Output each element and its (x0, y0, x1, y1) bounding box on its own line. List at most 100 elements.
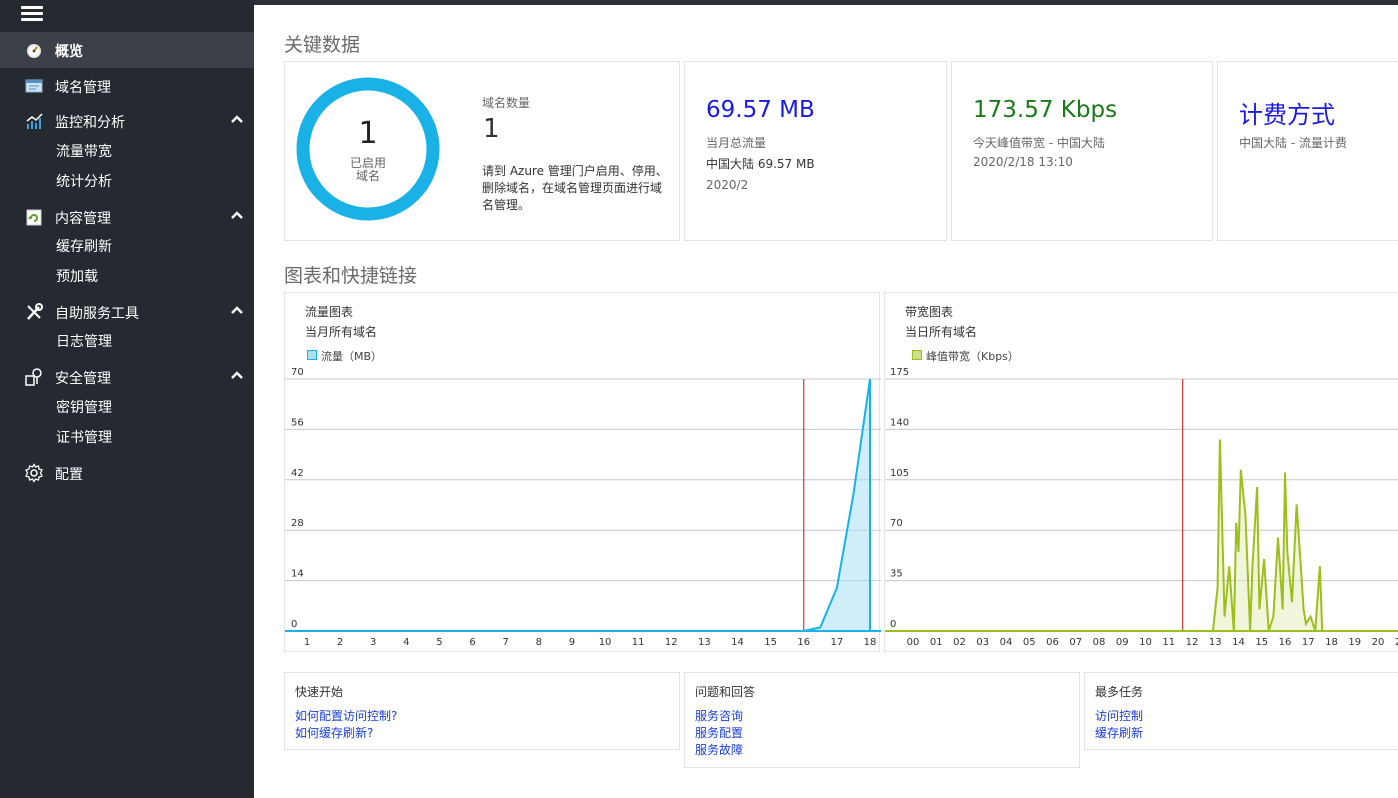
y-tick-label: 0 (890, 619, 896, 630)
chevron-up-icon[interactable] (230, 370, 244, 380)
chevron-up-icon[interactable] (230, 305, 244, 315)
x-tick-label: 20 (1372, 637, 1385, 648)
sidebar-subitem-preload[interactable]: 预加载 (56, 266, 98, 286)
legend-swatch (912, 350, 922, 360)
sidebar-subitem-keys[interactable]: 密钥管理 (56, 397, 112, 417)
bandwidth-label: 今天峰值带宽 - 中国大陆 (973, 136, 1105, 150)
key-data-title: 关键数据 (284, 34, 361, 56)
quick-start-card: 快速开始 如何配置访问控制? 如何缓存刷新? (284, 672, 680, 750)
more-tasks-card: 最多任务 访问控制 缓存刷新 (1084, 672, 1398, 750)
legend-label: 流量（MB） (321, 350, 383, 363)
series-line (913, 439, 1398, 632)
tools-icon (27, 303, 43, 320)
x-tick-label: 09 (1116, 637, 1129, 648)
x-tick-label: 16 (797, 637, 810, 648)
bandwidth-chart-card: 带宽图表 当日所有域名 峰值带宽（Kbps） 175 140 105 70 35 0 00 0… (884, 292, 1398, 652)
x-tick-label: 10 (1139, 637, 1152, 648)
sidebar-item-domains[interactable]: 域名管理 (0, 68, 254, 104)
y-tick-label: 35 (890, 569, 903, 580)
x-tick-label: 9 (569, 637, 575, 648)
sidebar-subitem-cache-refresh[interactable]: 缓存刷新 (56, 236, 112, 256)
sidebar-item-config[interactable]: 配置 (0, 455, 254, 491)
traffic-detail: 中国大陆 69.57 MB (706, 157, 815, 171)
x-tick-label: 13 (1209, 637, 1222, 648)
domain-desc-line3: 名管理。 (482, 198, 531, 212)
traffic-date: 2020/2 (706, 178, 749, 192)
traffic-label: 当月总流量 (706, 136, 767, 150)
y-tick-label: 175 (890, 367, 909, 378)
link-access-control-howto[interactable]: 如何配置访问控制? (295, 707, 397, 724)
billing-title: 计费方式 (1239, 101, 1335, 129)
sidebar-item-content[interactable]: 内容管理 (0, 199, 254, 235)
billing-card: 计费方式 中国大陆 - 流量计费 (1217, 61, 1398, 241)
x-tick-label: 18 (1325, 637, 1338, 648)
legend-swatch (307, 350, 317, 360)
domain-count-value: 1 (483, 114, 500, 144)
y-tick-label: 28 (291, 518, 304, 529)
faq-title: 问题和回答 (695, 685, 756, 699)
x-tick-label: 12 (665, 637, 678, 648)
x-tick-label: 2 (337, 637, 343, 648)
sidebar-item-monitoring[interactable]: 监控和分析 (0, 103, 254, 139)
series-line (307, 378, 871, 632)
x-tick-label: 17 (1302, 637, 1315, 648)
x-tick-label: 14 (731, 637, 744, 648)
y-tick-label: 14 (291, 569, 304, 580)
sidebar-item-tools[interactable]: 自助服务工具 (0, 294, 254, 330)
link-cache-refresh[interactable]: 缓存刷新 (1095, 724, 1143, 741)
sidebar-subitem-traffic[interactable]: 流量带宽 (56, 141, 112, 161)
chevron-up-icon[interactable] (230, 114, 244, 124)
x-tick-label: 07 (1069, 637, 1082, 648)
faq-card: 问题和回答 服务咨询 服务配置 服务故障 (684, 672, 1080, 768)
chart-icon (26, 113, 43, 129)
sidebar-item-overview[interactable]: 概览 (0, 32, 254, 68)
quick-start-title: 快速开始 (295, 685, 344, 699)
x-tick-label: 19 (1348, 637, 1361, 648)
x-tick-label: 7 (503, 637, 509, 648)
main-content: 关键数据 1 已启用 域名 域名数量 1 请到 Azure 管理门户启用、停用、… (254, 5, 1398, 798)
more-tasks-title: 最多任务 (1095, 685, 1144, 699)
traffic-card: 69.57 MB 当月总流量 中国大陆 69.57 MB 2020/2 (684, 61, 947, 241)
traffic-chart-card: 流量图表 当月所有域名 流量（MB） 70 56 42 28 14 0 1 2 3 4 5 6 7 8 9 1… (284, 292, 881, 652)
sidebar-subitem-certificates[interactable]: 证书管理 (56, 427, 112, 447)
chevron-up-icon[interactable] (230, 210, 244, 220)
dashboard-icon (27, 44, 41, 58)
x-tick-label: 11 (1162, 637, 1175, 648)
chart-subtitle: 当月所有域名 (305, 325, 378, 339)
link-service-config[interactable]: 服务配置 (695, 724, 743, 741)
x-tick-label: 08 (1093, 637, 1106, 648)
link-access-control[interactable]: 访问控制 (1095, 707, 1143, 724)
link-service-consult[interactable]: 服务咨询 (695, 707, 743, 724)
sidebar-item-security[interactable]: 安全管理 (0, 359, 254, 395)
chart-title: 流量图表 (305, 305, 354, 319)
series-area (913, 439, 1398, 631)
x-tick-label: 06 (1046, 637, 1059, 648)
x-tick-label: 00 (907, 637, 920, 648)
link-service-fault[interactable]: 服务故障 (695, 741, 743, 758)
x-tick-label: 17 (831, 637, 844, 648)
x-tick-label: 4 (403, 637, 409, 648)
menu-icon[interactable] (21, 6, 43, 24)
charts-section-title: 图表和快捷链接 (284, 265, 418, 287)
x-tick-label: 03 (976, 637, 989, 648)
x-tick-label: 05 (1023, 637, 1036, 648)
chart-subtitle: 当日所有域名 (905, 325, 978, 339)
domain-icon (25, 79, 43, 93)
traffic-chart: 705642281401 2 3 4 5 6 7 8 9 10 11 12 13 14 15 16 17 18 (285, 367, 881, 648)
sidebar-subitem-statistics[interactable]: 统计分析 (56, 171, 112, 191)
x-tick-label: 12 (1186, 637, 1199, 648)
x-tick-label: 13 (698, 637, 711, 648)
sidebar-item-label: 内容管理 (55, 211, 111, 227)
sidebar: 概览 域名管理 监控和分析 流量带宽 统计分析 内容管理 缓存刷新 预加载 自助… (0, 0, 254, 798)
sidebar-item-label: 配置 (55, 467, 83, 483)
sidebar-subitem-logs[interactable]: 日志管理 (56, 331, 112, 351)
link-cache-refresh-howto[interactable]: 如何缓存刷新? (295, 724, 373, 741)
sidebar-item-label: 监控和分析 (55, 115, 125, 131)
sidebar-item-label: 安全管理 (55, 371, 111, 387)
security-icon (25, 368, 42, 386)
y-tick-label: 0 (291, 619, 297, 630)
x-tick-label: 18 (864, 637, 877, 648)
y-tick-label: 105 (890, 468, 909, 479)
chart-title: 带宽图表 (905, 305, 954, 319)
domain-count-card: 1 已启用 域名 域名数量 1 请到 Azure 管理门户启用、停用、 删除域名… (284, 61, 680, 241)
